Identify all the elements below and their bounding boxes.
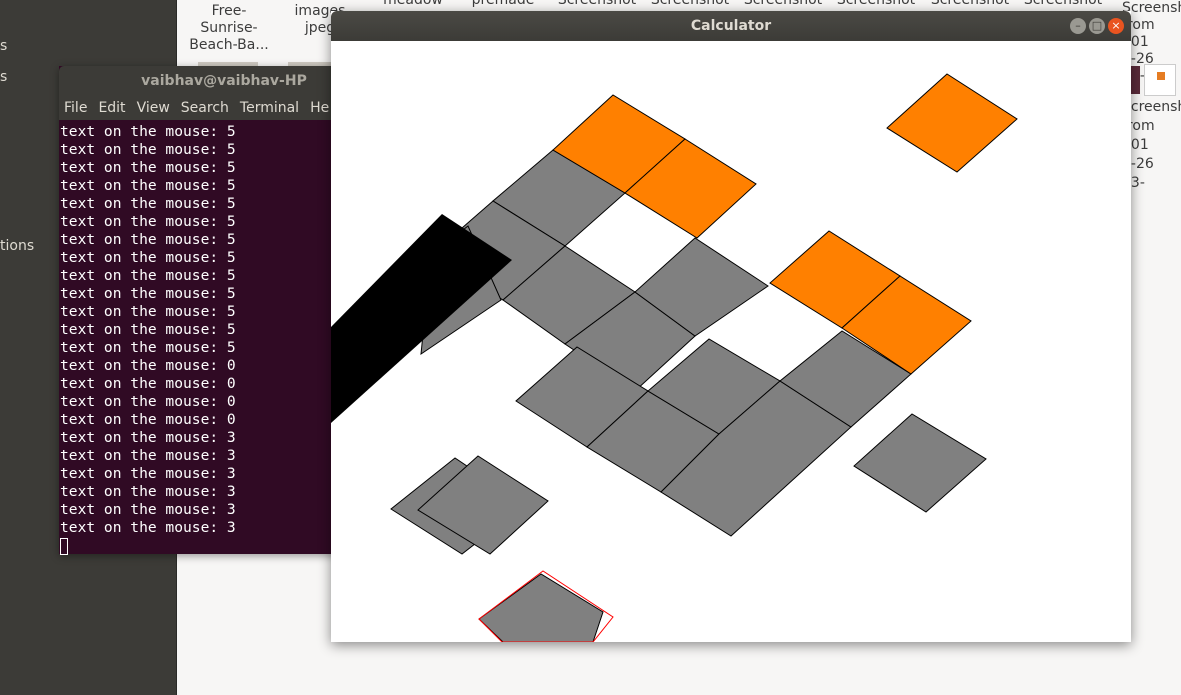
terminal-output[interactable]: text on the mouse: 5 text on the mouse: 5… xyxy=(60,123,348,555)
file-name: Screenshot xyxy=(743,0,823,8)
terminal-line: text on the mouse: 5 xyxy=(60,267,236,284)
terminal-title[interactable]: vaibhav@vaibhav-HP xyxy=(59,66,349,97)
terminal-line: text on the mouse: 5 xyxy=(60,231,236,248)
terminal-line: text on the mouse: 0 xyxy=(60,393,236,410)
file-item[interactable]: premade xyxy=(458,0,548,9)
file-name: Screenshot xyxy=(557,0,637,8)
maximize-button[interactable]: □ xyxy=(1089,18,1105,34)
terminal-line: text on the mouse: 5 xyxy=(60,213,236,230)
menu-edit[interactable]: Edit xyxy=(98,100,125,116)
close-button[interactable]: × xyxy=(1108,18,1124,34)
sidebar-label[interactable]: s xyxy=(0,38,7,54)
black-block xyxy=(331,214,512,423)
gray-tile[interactable] xyxy=(853,413,987,513)
terminal-line: text on the mouse: 3 xyxy=(60,519,236,536)
file-item[interactable]: meadow xyxy=(368,0,458,9)
gray-tile[interactable] xyxy=(417,455,549,555)
window-title: Calculator xyxy=(690,18,772,34)
terminal-line: text on the mouse: 5 xyxy=(60,321,236,338)
terminal-line: text on the mouse: 5 xyxy=(60,141,236,158)
terminal-line: text on the mouse: 3 xyxy=(60,465,236,482)
menu-search[interactable]: Search xyxy=(181,100,229,116)
file-name: premade xyxy=(471,0,535,8)
menu-help[interactable]: He xyxy=(310,100,329,116)
terminal-menubar: File Edit View Search Terminal He xyxy=(59,97,349,120)
drawing-canvas[interactable] xyxy=(331,41,1131,642)
terminal-line: text on the mouse: 5 xyxy=(60,123,236,140)
sidebar-label[interactable]: tions xyxy=(0,238,34,254)
menu-file[interactable]: File xyxy=(64,100,87,116)
terminal-line: text on the mouse: 3 xyxy=(60,429,236,446)
orange-tile[interactable] xyxy=(886,73,1018,173)
terminal-line: text on the mouse: 0 xyxy=(60,375,236,392)
maximize-icon: □ xyxy=(1091,19,1103,32)
terminal-line: text on the mouse: 5 xyxy=(60,285,236,302)
terminal-line: text on the mouse: 5 xyxy=(60,195,236,212)
terminal-line: text on the mouse: 0 xyxy=(60,357,236,374)
file-item[interactable]: Screenshot xyxy=(925,0,1015,9)
file-item[interactable]: Screenshot xyxy=(645,0,735,9)
gray-tile[interactable] xyxy=(478,573,604,642)
terminal-line: text on the mouse: 5 xyxy=(60,249,236,266)
close-icon: × xyxy=(1111,19,1121,32)
minimize-button[interactable]: – xyxy=(1070,18,1086,34)
sidebar-label[interactable]: s xyxy=(0,69,7,85)
file-item[interactable]: Screenshot xyxy=(552,0,642,9)
terminal-line: text on the mouse: 0 xyxy=(60,411,236,428)
file-name: meadow xyxy=(383,0,443,8)
minimize-icon: – xyxy=(1075,19,1081,32)
menu-view[interactable]: View xyxy=(137,100,170,116)
file-item[interactable]: Free- Sunrise- Beach-Ba... xyxy=(184,3,274,54)
terminal-line: text on the mouse: 3 xyxy=(60,501,236,518)
file-thumbnail xyxy=(1144,64,1176,96)
calculator-window[interactable]: Calculator – □ × xyxy=(331,11,1131,642)
menu-terminal[interactable]: Terminal xyxy=(240,100,299,116)
terminal-line: text on the mouse: 5 xyxy=(60,177,236,194)
file-item[interactable]: Screenshot xyxy=(831,0,921,9)
terminal-line: text on the mouse: 5 xyxy=(60,339,236,356)
terminal-cursor xyxy=(60,538,68,555)
tile-drawing xyxy=(331,73,1018,642)
file-item[interactable]: Screenshot xyxy=(738,0,828,9)
terminal-line: text on the mouse: 5 xyxy=(60,159,236,176)
terminal-line: text on the mouse: 5 xyxy=(60,303,236,320)
terminal-line: text on the mouse: 3 xyxy=(60,447,236,464)
file-item[interactable]: Screenshot xyxy=(1018,0,1108,9)
file-name: Screenshot xyxy=(650,0,730,8)
file-name: Free- Sunrise- Beach-Ba... xyxy=(189,3,269,53)
file-name: Screenshot xyxy=(930,0,1010,8)
terminal-window[interactable]: vaibhav@vaibhav-HP File Edit View Search Ter… xyxy=(59,66,349,555)
calculator-titlebar[interactable]: Calculator – □ × xyxy=(331,11,1131,41)
file-name: Screenshot xyxy=(836,0,916,8)
file-name: Screenshot xyxy=(1023,0,1103,8)
terminal-line: text on the mouse: 3 xyxy=(60,483,236,500)
